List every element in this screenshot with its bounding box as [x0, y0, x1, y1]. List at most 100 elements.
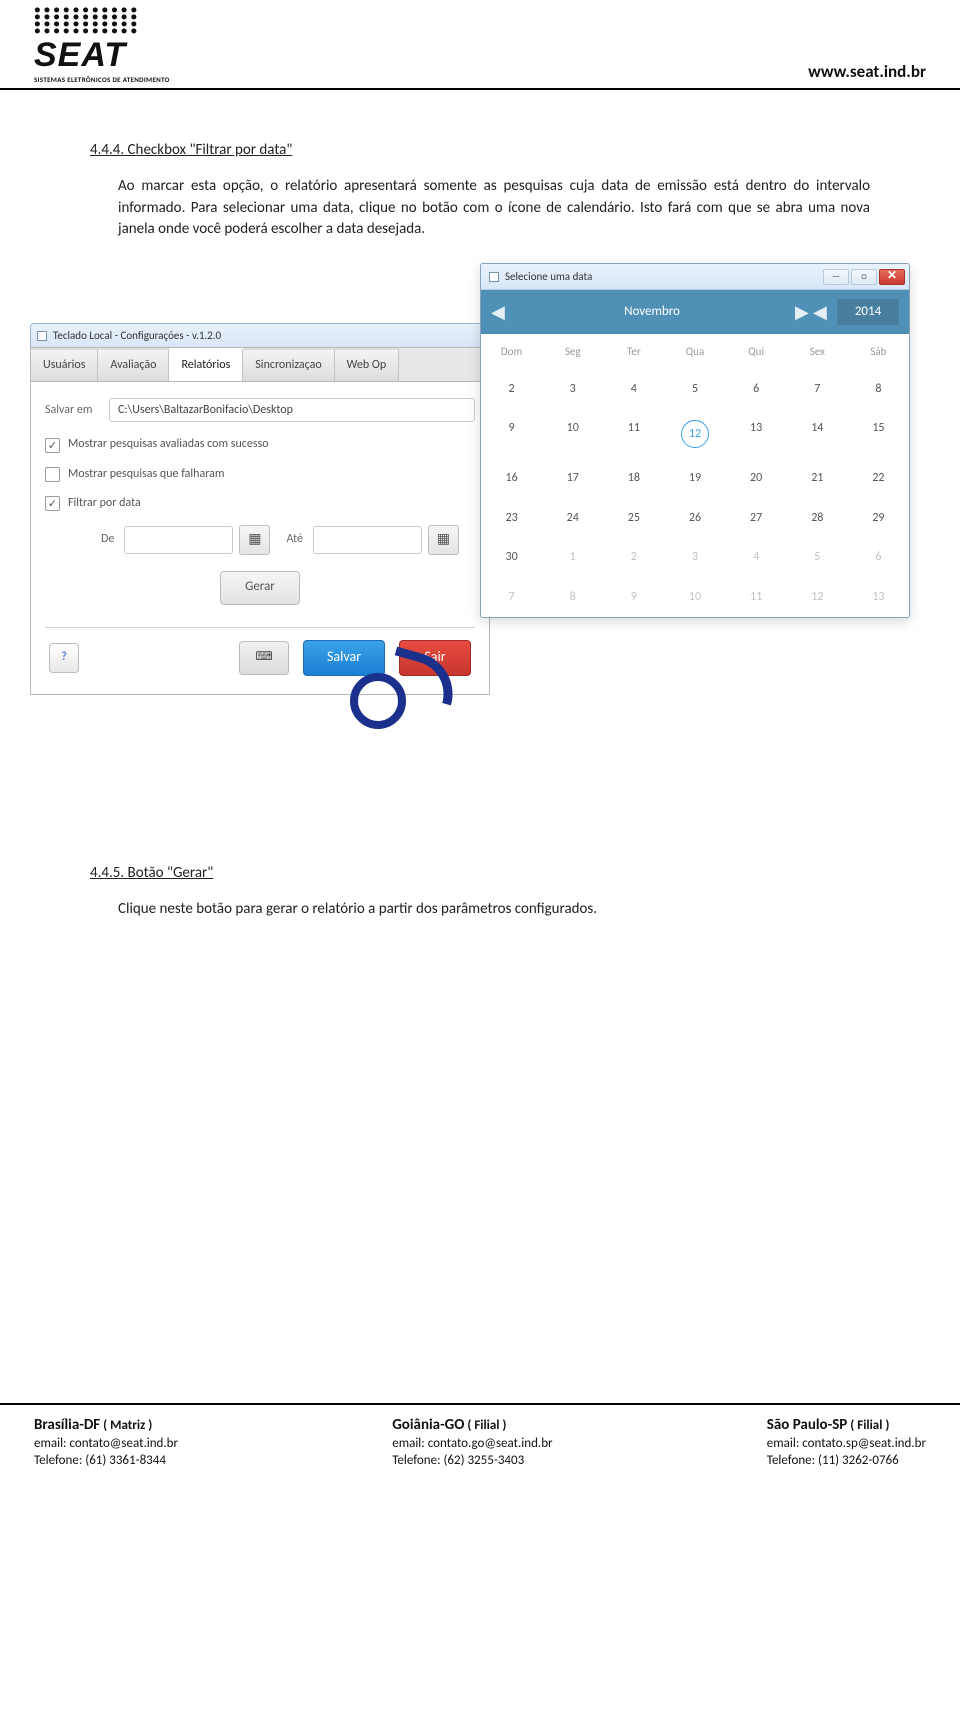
calendar-day[interactable]: 9 [481, 409, 542, 459]
calendar-window-title: Selecione uma data [505, 269, 592, 285]
config-window: Teclado Local - Configurações - v.1.2.0 … [30, 323, 490, 695]
calendar-day[interactable]: 13 [726, 409, 787, 459]
calendar-day[interactable]: 25 [603, 499, 664, 538]
keyboard-button[interactable]: ⌨ [239, 641, 289, 675]
calendar-icon: ▦ [437, 529, 450, 549]
calendar-day[interactable]: 12 [664, 409, 725, 459]
footer-email: email: contato.sp@seat.ind.br [767, 1436, 926, 1451]
calendar-day[interactable]: 16 [481, 459, 542, 498]
prev-month-button[interactable]: ◀ [491, 299, 509, 325]
calendar-day[interactable]: 29 [848, 499, 909, 538]
tab-usuarios[interactable]: Usuários [31, 348, 98, 381]
calendar-day[interactable]: 12 [787, 578, 848, 617]
page-header: ●●●●●●●●●●●●●●●●●●●●●●●●●●●●●●●●●●●●●●●●… [0, 0, 960, 90]
calendar-day[interactable]: 17 [542, 459, 603, 498]
calendar-day[interactable]: 6 [726, 370, 787, 409]
calendar-day[interactable]: 7 [481, 578, 542, 617]
calendar-day[interactable]: 5 [787, 538, 848, 577]
config-window-titlebar: Teclado Local - Configurações - v.1.2.0 [30, 323, 490, 347]
footer-city: Goiânia-GO [392, 1416, 464, 1434]
de-field[interactable] [124, 526, 233, 554]
footer-role: ( Filial ) [850, 1418, 889, 1433]
gerar-button[interactable]: Gerar [220, 571, 300, 605]
footer-tel: Telefone: (61) 3361-8344 [34, 1453, 166, 1468]
calendar-day[interactable]: 7 [787, 370, 848, 409]
sair-button[interactable]: Sair [399, 640, 471, 676]
footer-city: Brasília-DF [34, 1416, 100, 1434]
calendar-grid: 2345678910111213141516171819202122232425… [481, 370, 909, 617]
checkbox-icon [45, 496, 60, 511]
salvar-em-field[interactable]: C:\Users\BaltazarBonifacio\Desktop [109, 398, 475, 422]
calendar-day[interactable]: 3 [664, 538, 725, 577]
dow-label: Sex [787, 334, 848, 370]
calendar-day[interactable]: 2 [603, 538, 664, 577]
section-445-body: Clique neste botão para gerar o relatóri… [118, 899, 870, 921]
config-window-title: Teclado Local - Configurações - v.1.2.0 [53, 328, 221, 344]
next-month-button[interactable]: ▶ [795, 299, 813, 325]
document-body: 4.4.4. Checkbox "Filtrar por data" Ao ma… [0, 90, 960, 963]
calendar-day[interactable]: 21 [787, 459, 848, 498]
tab-webop[interactable]: Web Op [335, 348, 399, 381]
prev-year-button[interactable]: ◀ [813, 299, 831, 325]
relatorios-panel: Salvar em C:\Users\BaltazarBonifacio\Des… [30, 381, 490, 694]
tab-relatorios[interactable]: Relatórios [169, 348, 243, 381]
calendar-day[interactable]: 8 [542, 578, 603, 617]
calendar-day[interactable]: 28 [787, 499, 848, 538]
checkbox-filtrar-data[interactable]: Filtrar por data [45, 495, 475, 512]
calendar-year: 2014 [837, 299, 899, 326]
calendar-day[interactable]: 8 [848, 370, 909, 409]
calendar-day[interactable]: 11 [726, 578, 787, 617]
calendar-day[interactable]: 10 [542, 409, 603, 459]
calendar-month: Novembro [509, 303, 795, 322]
calendar-day[interactable]: 30 [481, 538, 542, 577]
de-label: De [101, 531, 114, 548]
calendar-day[interactable]: 19 [664, 459, 725, 498]
calendar-day[interactable]: 11 [603, 409, 664, 459]
calendar-titlebar: Selecione uma data — □ ✕ [481, 264, 909, 290]
footer-role: ( Matriz ) [103, 1418, 152, 1433]
page-footer: Brasília-DF ( Matriz ) email: contato@se… [0, 1403, 960, 1490]
checkbox-falharam-label: Mostrar pesquisas que falharam [68, 466, 224, 483]
ate-field[interactable] [313, 526, 422, 554]
calendar-day[interactable]: 4 [603, 370, 664, 409]
calendar-day[interactable]: 9 [603, 578, 664, 617]
calendar-day[interactable]: 24 [542, 499, 603, 538]
section-444-body: Ao marcar esta opção, o relatório aprese… [118, 176, 870, 241]
calendar-day[interactable]: 22 [848, 459, 909, 498]
calendar-day[interactable]: 1 [542, 538, 603, 577]
close-button[interactable]: ✕ [879, 269, 905, 285]
ate-label: Até [286, 531, 303, 548]
calendar-day[interactable]: 23 [481, 499, 542, 538]
calendar-day[interactable]: 6 [848, 538, 909, 577]
calendar-day[interactable]: 26 [664, 499, 725, 538]
calendar-day[interactable]: 14 [787, 409, 848, 459]
calendar-day[interactable]: 20 [726, 459, 787, 498]
calendar-day[interactable]: 13 [848, 578, 909, 617]
help-button[interactable]: ? [49, 643, 79, 673]
dow-label: Ter [603, 334, 664, 370]
checkbox-falharam[interactable]: Mostrar pesquisas que falharam [45, 466, 475, 483]
calendar-day[interactable]: 27 [726, 499, 787, 538]
checkbox-sucesso[interactable]: Mostrar pesquisas avaliadas com sucesso [45, 436, 475, 453]
ate-calendar-button[interactable]: ▦ [428, 525, 459, 555]
salvar-button[interactable]: Salvar [303, 640, 385, 676]
de-calendar-button[interactable]: ▦ [239, 525, 270, 555]
calendar-day[interactable]: 3 [542, 370, 603, 409]
tab-avaliacao[interactable]: Avaliação [98, 348, 169, 381]
logo-block: ●●●●●●●●●●●●●●●●●●●●●●●●●●●●●●●●●●●●●●●●… [34, 6, 170, 84]
calendar-day[interactable]: 4 [726, 538, 787, 577]
logo-dots: ●●●●●●●●●●●●●●●●●●●●●●●●●●●●●●●●●●●●●●●●… [34, 6, 140, 34]
calendar-day[interactable]: 18 [603, 459, 664, 498]
calendar-day[interactable]: 2 [481, 370, 542, 409]
footer-email: email: contato.go@seat.ind.br [392, 1436, 552, 1451]
calendar-day[interactable]: 5 [664, 370, 725, 409]
calendar-day[interactable]: 15 [848, 409, 909, 459]
window-icon [489, 272, 499, 282]
maximize-button[interactable]: □ [851, 269, 877, 285]
footer-col-goiania: Goiânia-GO ( Filial ) email: contato.go@… [392, 1415, 552, 1470]
tab-sincronizacao[interactable]: Sincronizaçao [243, 348, 334, 381]
dow-label: Qua [664, 334, 725, 370]
dow-label: Sáb [848, 334, 909, 370]
minimize-button[interactable]: — [823, 269, 849, 285]
calendar-day[interactable]: 10 [664, 578, 725, 617]
